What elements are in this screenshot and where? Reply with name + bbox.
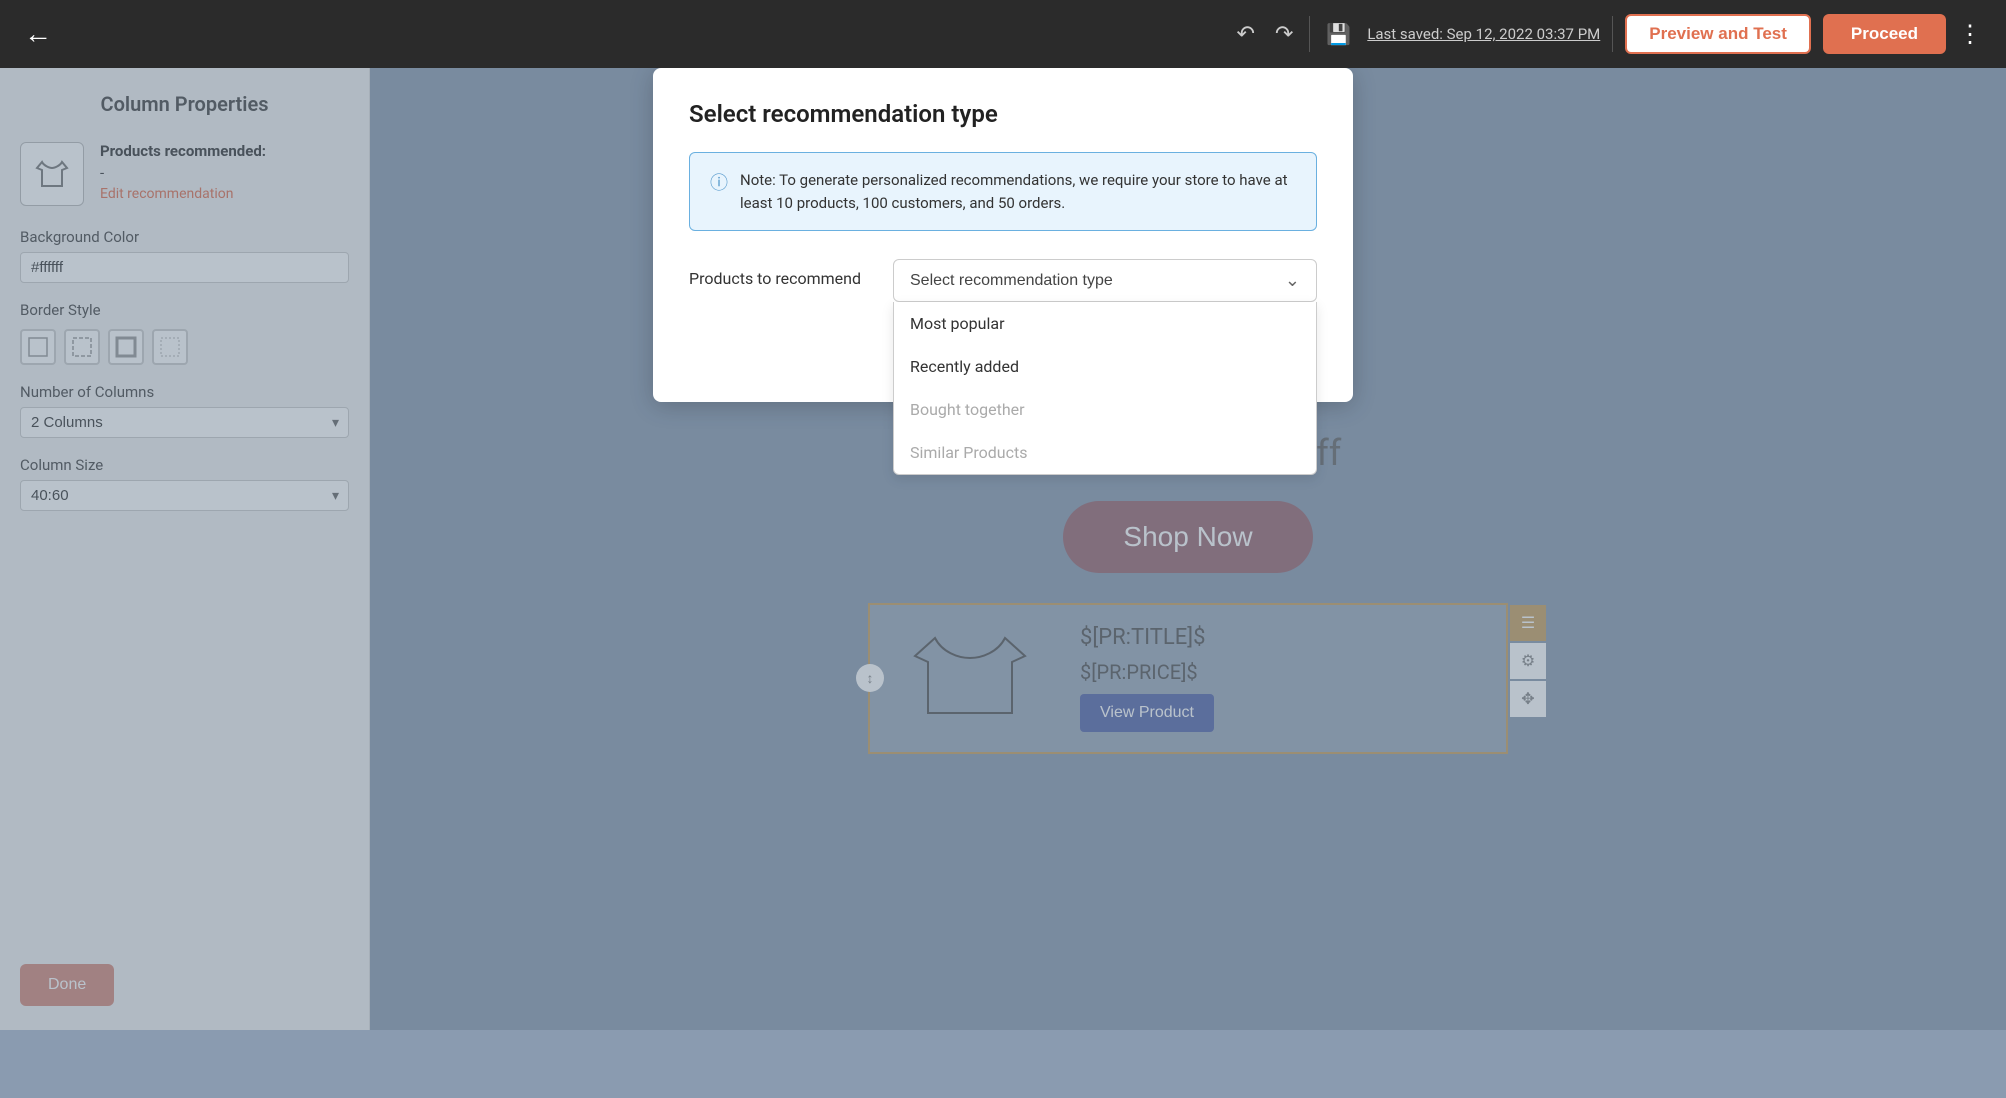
chevron-down-icon: ⌄	[1285, 270, 1300, 291]
preview-and-test-button[interactable]: Preview and Test	[1625, 14, 1811, 54]
modal-note-text: Note: To generate personalized recommend…	[740, 169, 1296, 214]
last-saved-text: Last saved: Sep 12, 2022 03:37 PM	[1367, 25, 1600, 43]
recommendation-type-select[interactable]: Select recommendation type ⌄	[893, 259, 1317, 302]
undo-button[interactable]: ↶	[1233, 17, 1259, 51]
modal-products-row: Products to recommend Select recommendat…	[689, 259, 1317, 302]
dropdown-item-most-popular[interactable]: Most popular	[894, 302, 1316, 345]
dropdown-item-bought-together: Bought together	[894, 388, 1316, 431]
proceed-button[interactable]: Proceed	[1823, 14, 1946, 54]
info-icon: ⓘ	[710, 170, 728, 197]
recommendation-type-select-wrapper: Select recommendation type ⌄ Most popula…	[893, 259, 1317, 302]
topbar: ← ↶ ↷ 💾 Last saved: Sep 12, 2022 03:37 P…	[0, 0, 2006, 68]
save-icon: 💾	[1322, 18, 1355, 50]
dropdown-item-similar-products: Similar Products	[894, 431, 1316, 474]
more-options-button[interactable]: ⋮	[1958, 20, 1982, 49]
modal-overlay: Select recommendation type ⓘ Note: To ge…	[0, 68, 2006, 1030]
products-to-recommend-label: Products to recommend	[689, 259, 869, 288]
redo-button[interactable]: ↷	[1271, 17, 1297, 51]
dropdown-item-recently-added[interactable]: Recently added	[894, 345, 1316, 388]
topbar-actions: ↶ ↷ 💾 Last saved: Sep 12, 2022 03:37 PM …	[1233, 14, 1982, 54]
modal-title: Select recommendation type	[689, 100, 1317, 128]
modal: Select recommendation type ⓘ Note: To ge…	[653, 68, 1353, 402]
select-placeholder-text: Select recommendation type	[910, 272, 1113, 290]
back-button[interactable]: ←	[24, 20, 52, 48]
dropdown-list: Most popular Recently added Bought toget…	[893, 302, 1317, 475]
modal-note: ⓘ Note: To generate personalized recomme…	[689, 152, 1317, 231]
